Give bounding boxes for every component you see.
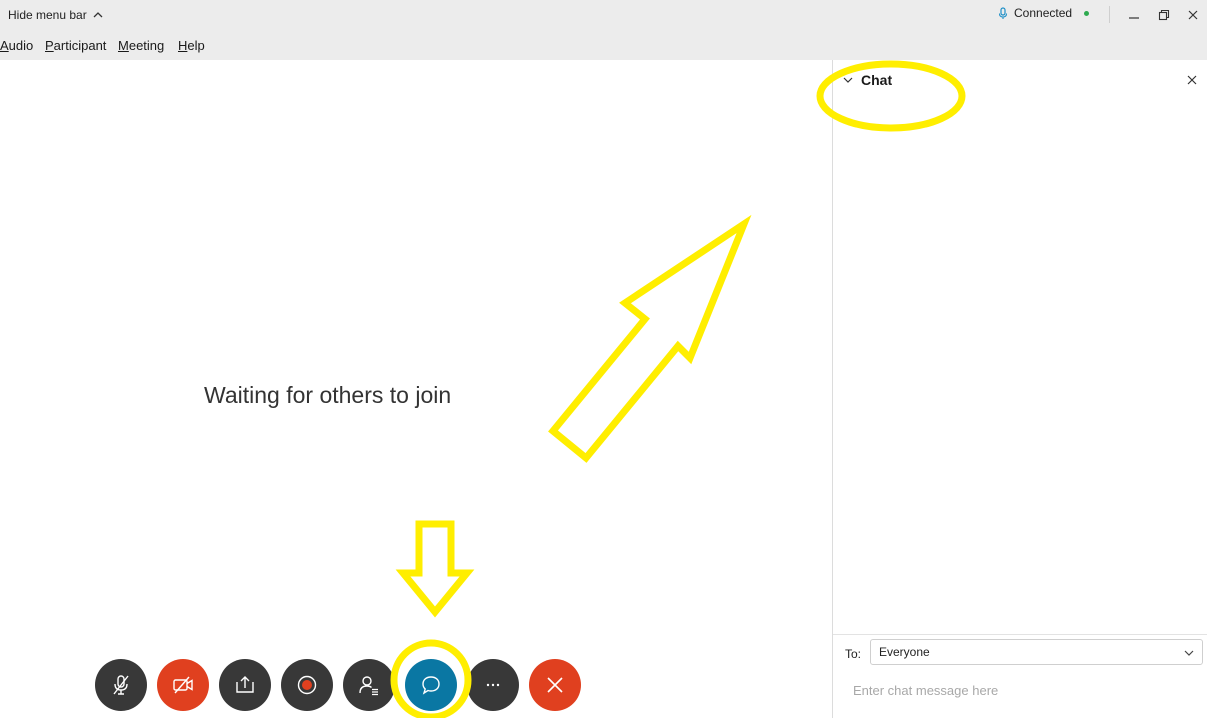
connection-status-text: Connected xyxy=(1014,6,1073,20)
chat-button[interactable] xyxy=(405,659,457,711)
close-window-button[interactable] xyxy=(1184,6,1202,24)
more-icon xyxy=(486,683,500,687)
connection-mic-icon xyxy=(998,6,1008,19)
mute-button[interactable] xyxy=(95,659,147,711)
menu-audio-label: Audio xyxy=(0,38,34,53)
chat-recipient-select[interactable]: Everyone xyxy=(870,639,1203,665)
video-button[interactable] xyxy=(157,659,209,711)
chat-panel: Chat To: Everyone xyxy=(832,60,1207,718)
participants-button[interactable] xyxy=(343,659,395,711)
chat-panel-title: Chat xyxy=(861,72,893,88)
share-button[interactable] xyxy=(219,659,271,711)
chat-message-input[interactable] xyxy=(845,678,1207,702)
chat-message-list[interactable] xyxy=(833,100,1207,634)
menu-audio[interactable]: Audio xyxy=(0,38,33,53)
hide-menu-bar-button[interactable]: Hide menu bar xyxy=(8,8,104,22)
chat-recipient-row: To: Everyone xyxy=(833,634,1207,675)
record-icon xyxy=(297,675,317,695)
leave-meeting-button[interactable] xyxy=(529,659,581,711)
menu-bar: Audio Participant Meeting Help xyxy=(0,30,1207,60)
chat-panel-header[interactable]: Chat xyxy=(843,72,892,88)
restore-button[interactable] xyxy=(1155,6,1173,24)
chevron-down-icon xyxy=(843,77,853,83)
mic-muted-icon xyxy=(113,675,129,695)
chat-to-label: To: xyxy=(845,647,862,661)
waiting-message: Waiting for others to join xyxy=(204,382,452,408)
leave-icon xyxy=(547,677,563,693)
chevron-down-icon xyxy=(1184,650,1194,656)
menu-meeting-label: Meeting xyxy=(118,38,165,53)
title-bar: Hide menu bar Connected xyxy=(0,0,1207,30)
video-off-icon xyxy=(173,676,193,694)
menu-help[interactable]: Help xyxy=(178,38,205,53)
share-icon xyxy=(236,676,254,693)
chevron-up-icon xyxy=(93,12,103,18)
menu-help-label: Help xyxy=(178,38,205,53)
hide-menu-bar-label: Hide menu bar xyxy=(8,8,87,22)
connection-status-dot xyxy=(1084,10,1090,16)
menu-participant[interactable]: Participant xyxy=(45,38,106,53)
restore-icon xyxy=(1158,9,1170,21)
menu-participant-label: Participant xyxy=(45,38,107,53)
minimize-button[interactable] xyxy=(1125,6,1143,24)
meeting-stage: Waiting for others to join xyxy=(0,60,832,718)
participants-icon xyxy=(359,676,378,696)
close-icon xyxy=(1188,10,1198,20)
close-icon xyxy=(1187,75,1197,85)
record-button[interactable] xyxy=(281,659,333,711)
chat-recipient-value: Everyone xyxy=(879,645,930,659)
more-options-button[interactable] xyxy=(467,659,519,711)
close-chat-button[interactable] xyxy=(1185,73,1199,87)
menu-meeting[interactable]: Meeting xyxy=(118,38,164,53)
minimize-icon xyxy=(1129,17,1139,19)
chat-icon xyxy=(422,676,440,695)
connection-status: Connected xyxy=(998,6,1090,20)
titlebar-divider xyxy=(1109,6,1110,23)
